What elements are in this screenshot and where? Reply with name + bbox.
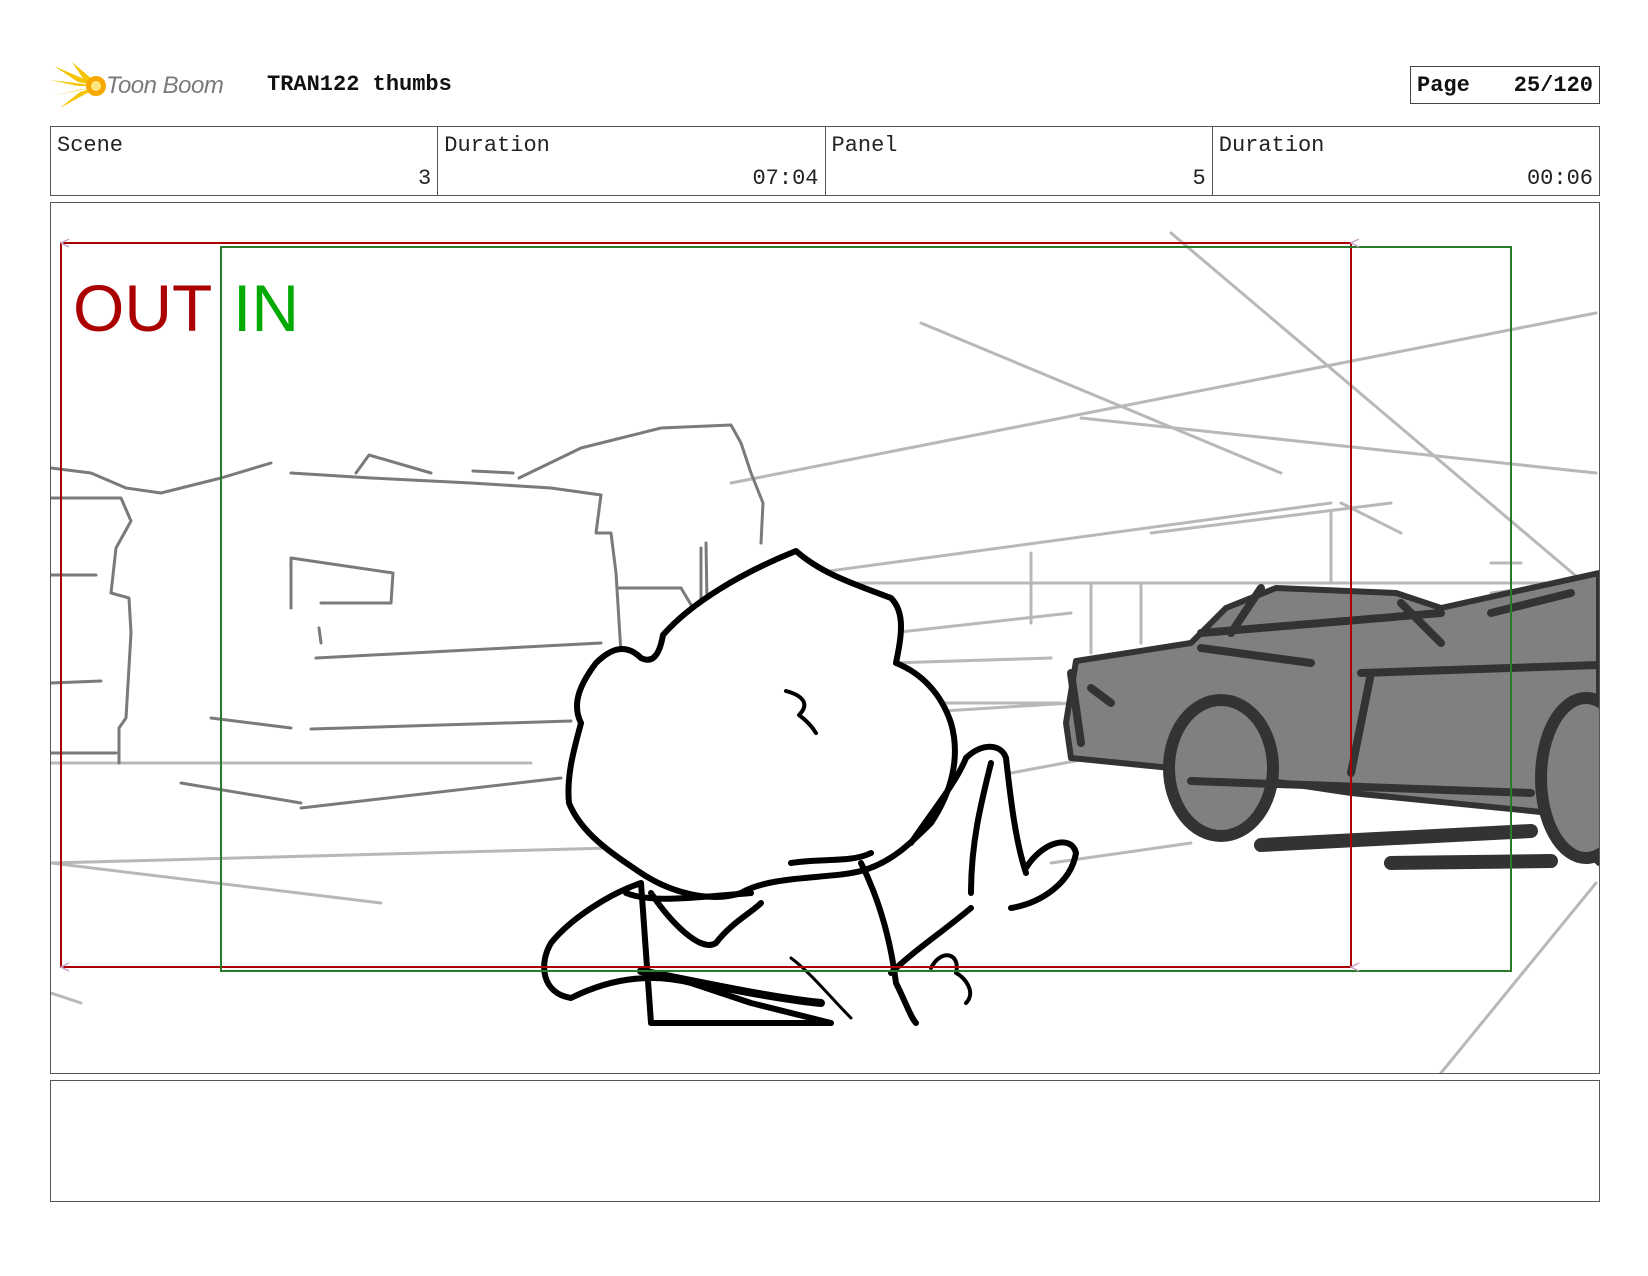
panel-duration-label: Duration [1218, 133, 1325, 158]
scene-duration-label: Duration [444, 133, 550, 158]
scene-info-row: Scene 3 Duration 07:04 Panel 5 Duration … [50, 126, 1600, 196]
panel-label: Panel [831, 133, 898, 158]
page-label: Page [1417, 72, 1470, 98]
page-indicator: Page 25/120 [1410, 66, 1600, 104]
starburst-icon [50, 62, 106, 108]
project-title: TRAN122 thumbs [267, 72, 452, 97]
scene-duration-cell: Duration 07:04 [438, 127, 826, 195]
out-frame-label: OUT [73, 271, 212, 345]
panel-duration-value: 00:06 [1526, 166, 1593, 191]
storyboard-panel: OUT IN [50, 202, 1600, 1074]
logo-text: Toon Boom [106, 72, 224, 99]
panel-cell: Panel 5 [826, 127, 1213, 195]
in-frame-label: IN [233, 271, 299, 345]
panel-value: 5 [1192, 166, 1206, 191]
page-header: Toon Boom TRAN122 thumbs Page 25/120 [50, 58, 1600, 114]
scene-duration-value: 07:04 [752, 166, 819, 191]
scene-value: 3 [418, 166, 432, 191]
panel-drawing: OUT IN [51, 231, 1599, 1073]
panel-notes-area[interactable] [50, 1080, 1600, 1202]
scene-cell: Scene 3 [51, 127, 439, 195]
page-number: 25/120 [1513, 72, 1593, 98]
car-sketch [1063, 570, 1599, 870]
toon-boom-logo: Toon Boom [50, 60, 250, 112]
scene-label: Scene [57, 133, 124, 158]
panel-duration-cell: Duration 00:06 [1213, 127, 1599, 195]
